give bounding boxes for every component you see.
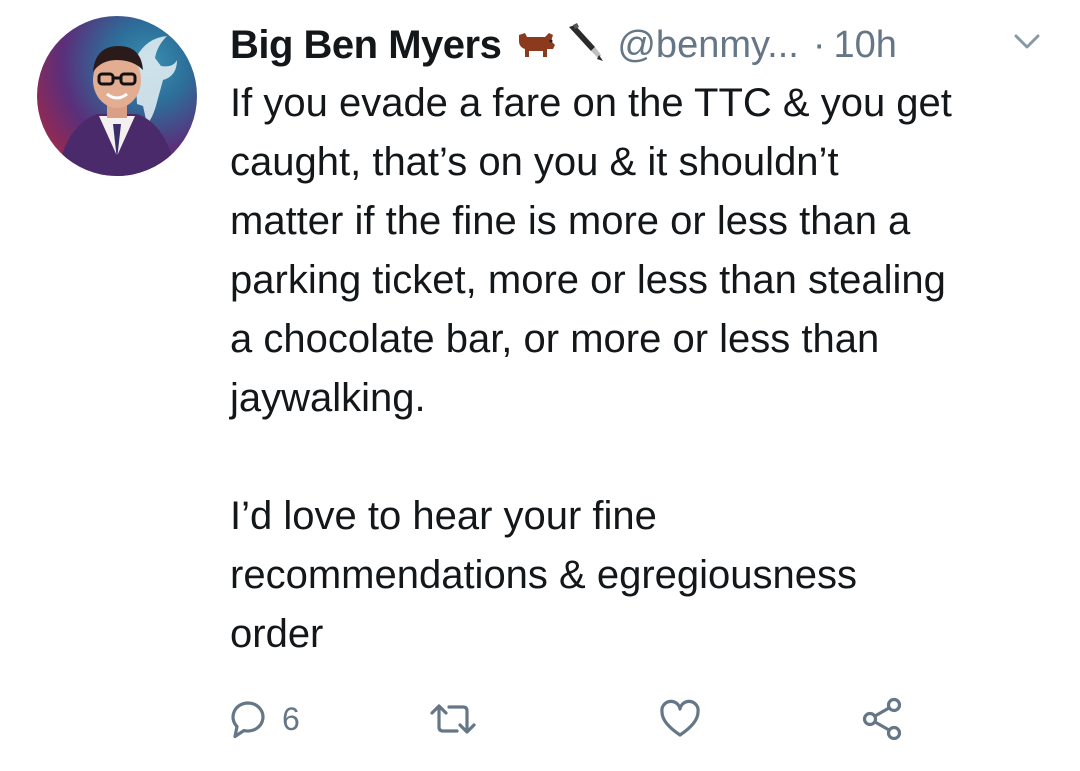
share-button[interactable] [860,694,904,744]
reply-icon [230,699,266,739]
reply-button[interactable]: 6 [230,694,300,744]
user-handle[interactable]: @benmy... [617,24,798,67]
avatar[interactable] [37,16,197,176]
reply-count: 6 [282,700,300,737]
cow-emoji [515,27,559,64]
separator-dot: · [812,23,826,66]
display-name[interactable]: Big Ben Myers [230,23,502,68]
tweet[interactable]: Big Ben Myers @benmy... · 10h If you eva… [0,0,1080,771]
tweet-header: Big Ben Myers @benmy... · 10h [230,18,897,72]
chevron-down-icon[interactable] [1012,32,1042,52]
retweet-button[interactable] [428,694,478,744]
tweet-time[interactable]: 10h [834,24,897,67]
tweet-text: If you evade a fare on the TTC & you get… [230,81,952,656]
share-icon [860,697,904,741]
like-button[interactable] [658,694,702,744]
heart-icon [658,699,702,739]
retweet-icon [428,701,478,737]
pen-emoji [563,22,607,68]
